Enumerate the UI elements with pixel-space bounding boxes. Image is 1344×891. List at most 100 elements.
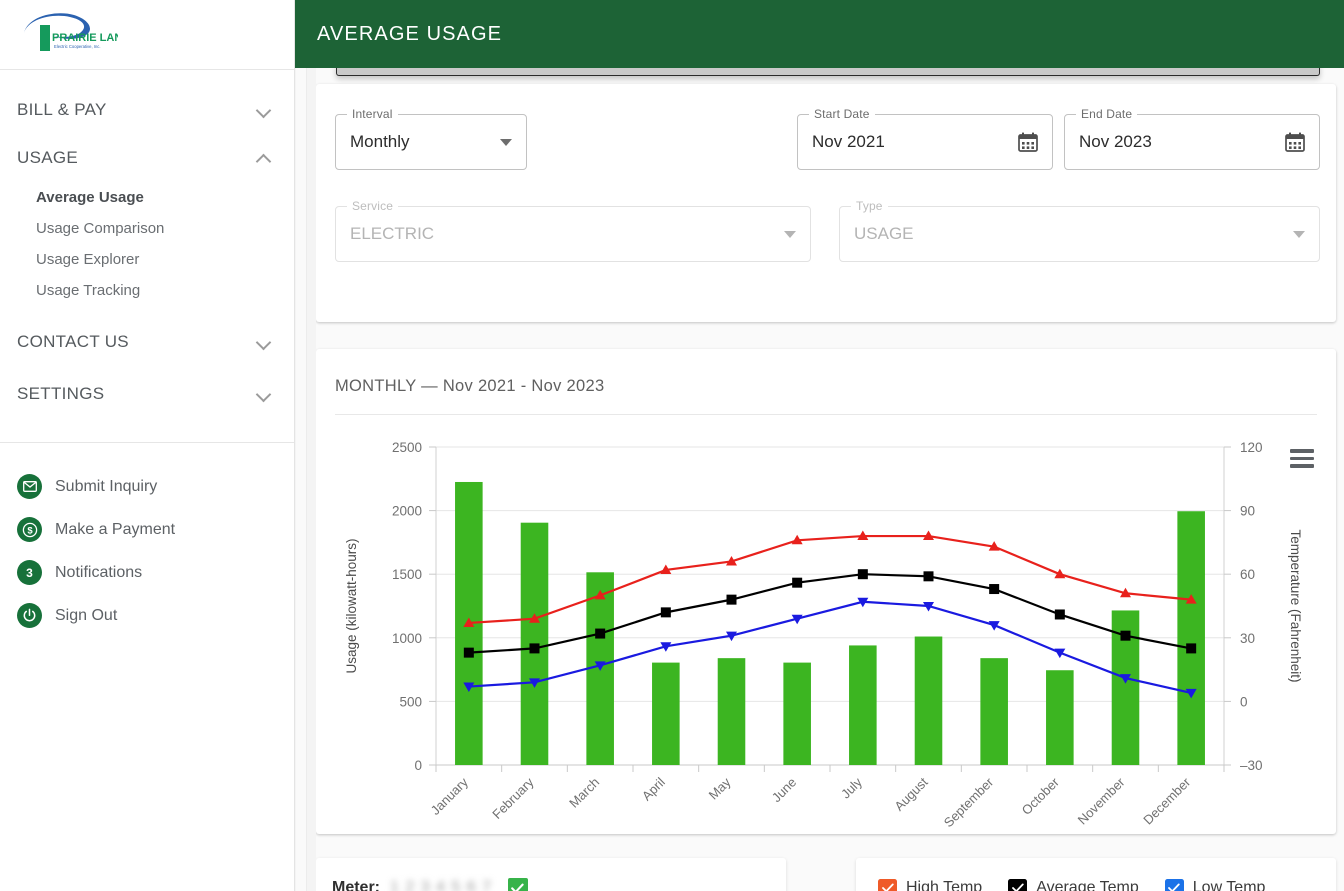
calendar-icon[interactable] — [1284, 131, 1306, 153]
chevron-down-icon — [1293, 231, 1305, 238]
action-label: Notifications — [55, 563, 143, 581]
interval-select[interactable]: Interval Monthly — [335, 107, 527, 170]
notification-badge-count: 3 — [26, 565, 33, 580]
sidebar-scrollbar[interactable] — [296, 0, 307, 891]
envelope-icon — [17, 474, 42, 499]
chart-legend: High Temp Average Temp Low Temp — [856, 858, 1336, 891]
filters-card: Interval Monthly Start Date Nov 2021 End… — [316, 84, 1336, 322]
chevron-down-icon — [500, 139, 512, 146]
svg-text:Temperature (Fahrenheit): Temperature (Fahrenheit) — [1288, 529, 1303, 682]
start-date-input[interactable]: Start Date Nov 2021 — [797, 107, 1053, 170]
sidebar-item-usage-explorer[interactable]: Usage Explorer — [36, 244, 294, 275]
svg-text:2000: 2000 — [392, 504, 422, 519]
notification-count-icon: 3 — [17, 560, 42, 585]
sidebar-item-average-usage[interactable]: Average Usage — [36, 182, 294, 213]
svg-text:Electric Cooperative, Inc.: Electric Cooperative, Inc. — [54, 44, 101, 49]
meter-label: Meter: — [332, 879, 381, 891]
sidebar-item-usage-tracking[interactable]: Usage Tracking — [36, 275, 294, 306]
legend-label: High Temp — [906, 879, 983, 891]
svg-text:September: September — [941, 774, 997, 830]
svg-text:1000: 1000 — [392, 631, 422, 646]
start-date-value: Nov 2021 — [812, 132, 885, 151]
service-select[interactable]: Service ELECTRIC — [335, 199, 811, 262]
svg-text:–30: –30 — [1240, 758, 1263, 773]
chevron-down-icon — [256, 386, 272, 402]
svg-text:PRAIRIE LAND: PRAIRIE LAND — [52, 32, 118, 44]
svg-text:$: $ — [27, 525, 33, 536]
make-a-payment-button[interactable]: $ Make a Payment — [17, 508, 294, 551]
green-check-icon[interactable] — [507, 878, 528, 891]
page-root: PRAIRIE LAND Electric Cooperative, Inc. … — [0, 0, 1344, 891]
app-header: AVERAGE USAGE — [295, 0, 1344, 68]
chevron-down-icon — [784, 231, 796, 238]
sidebar: PRAIRIE LAND Electric Cooperative, Inc. … — [0, 0, 295, 891]
sidebar-group-label: BILL & PAY — [17, 100, 107, 119]
svg-text:2500: 2500 — [392, 440, 422, 455]
sidebar-group-label: CONTACT US — [17, 332, 129, 351]
action-label: Sign Out — [55, 606, 118, 624]
meter-card: Meter: 1 2 3 4 5 6 7 — [316, 858, 786, 891]
sidebar-group-label: SETTINGS — [17, 384, 105, 403]
checkbox-high-temp[interactable] — [878, 878, 897, 891]
submit-inquiry-button[interactable]: Submit Inquiry — [17, 465, 294, 508]
svg-text:June: June — [769, 775, 800, 806]
action-label: Make a Payment — [55, 520, 176, 538]
interval-value: Monthly — [350, 132, 410, 151]
checkbox-low-temp[interactable] — [1164, 878, 1184, 891]
chevron-up-icon — [256, 150, 272, 166]
meter-number-redacted: 1 2 3 4 5 6 7 — [390, 879, 492, 891]
svg-text:60: 60 — [1240, 567, 1255, 582]
usage-temperature-chart: 0 500 1000 1500 2000 2500 –30 0 30 60 90 120 Usage (… — [344, 440, 1303, 830]
legend-item-high-temp[interactable]: High Temp — [878, 878, 983, 891]
svg-text:March: March — [566, 775, 602, 811]
svg-text:1500: 1500 — [392, 567, 422, 582]
sidebar-group-bill-and-pay[interactable]: BILL & PAY — [0, 86, 294, 134]
svg-text:May: May — [706, 774, 734, 802]
svg-text:30: 30 — [1240, 631, 1255, 646]
brand-logo[interactable]: PRAIRIE LAND Electric Cooperative, Inc. — [0, 0, 294, 70]
sidebar-group-label: USAGE — [17, 148, 79, 167]
svg-text:October: October — [1019, 774, 1063, 818]
service-label: Service — [347, 199, 399, 213]
sidebar-nav: BILL & PAY USAGE Average Usage Usage Com… — [0, 70, 294, 424]
sidebar-group-settings[interactable]: SETTINGS — [0, 366, 294, 424]
chevron-down-icon — [256, 102, 272, 118]
checkbox-average-temp[interactable] — [1008, 878, 1028, 891]
sign-out-button[interactable]: Sign Out — [17, 594, 294, 637]
legend-item-low-temp[interactable]: Low Temp — [1164, 878, 1266, 891]
end-date-input[interactable]: End Date Nov 2023 — [1064, 107, 1320, 170]
end-date-label: End Date — [1076, 107, 1138, 121]
notifications-button[interactable]: 3 Notifications — [17, 551, 294, 594]
action-label: Submit Inquiry — [55, 477, 158, 495]
type-value: USAGE — [854, 224, 914, 243]
sidebar-actions: Submit Inquiry $ Make a Payment 3 Notifi… — [0, 443, 294, 637]
sidebar-group-contact-us[interactable]: CONTACT US — [0, 310, 294, 366]
svg-text:500: 500 — [399, 694, 422, 709]
prairie-land-logo-icon: PRAIRIE LAND Electric Cooperative, Inc. — [18, 11, 130, 59]
svg-text:August: August — [891, 774, 930, 813]
svg-text:February: February — [489, 774, 537, 822]
svg-text:January: January — [428, 774, 472, 818]
type-select[interactable]: Type USAGE — [839, 199, 1320, 262]
type-label: Type — [851, 199, 888, 213]
svg-text:November: November — [1075, 774, 1128, 827]
svg-text:July: July — [838, 774, 865, 801]
svg-text:0: 0 — [1240, 694, 1248, 709]
interval-label: Interval — [347, 107, 398, 121]
legend-item-average-temp[interactable]: Average Temp — [1008, 878, 1139, 891]
legend-label: Low Temp — [1192, 879, 1266, 891]
start-date-label: Start Date — [809, 107, 875, 121]
svg-text:0: 0 — [414, 758, 422, 773]
svg-text:90: 90 — [1240, 504, 1255, 519]
service-value: ELECTRIC — [350, 224, 435, 243]
sidebar-group-usage[interactable]: USAGE — [0, 134, 294, 182]
sidebar-item-usage-comparison[interactable]: Usage Comparison — [36, 213, 294, 244]
svg-text:December: December — [1140, 774, 1193, 827]
end-date-value: Nov 2023 — [1079, 132, 1152, 151]
page-title: AVERAGE USAGE — [317, 22, 503, 45]
dollar-icon: $ — [17, 517, 42, 542]
sidebar-subnav-usage: Average Usage Usage Comparison Usage Exp… — [0, 182, 294, 310]
chart-card: MONTHLY — Nov 2021 - Nov 2023 0 500 1000 15… — [316, 349, 1336, 834]
chevron-down-icon — [256, 334, 272, 350]
calendar-icon[interactable] — [1017, 131, 1039, 153]
